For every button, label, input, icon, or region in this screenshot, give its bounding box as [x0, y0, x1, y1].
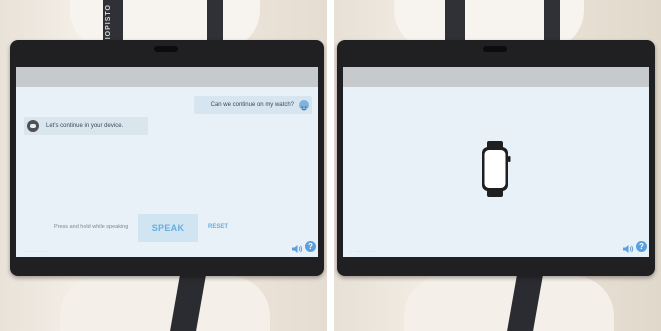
- camera: [483, 46, 507, 52]
- right-photo: ·· ······ ······ ?: [334, 0, 661, 331]
- speak-hint: Press and hold while speaking: [54, 224, 129, 230]
- footer-text: ·· ······ ······: [22, 249, 50, 254]
- user-message-bubble: Can we continue on my watch?: [194, 96, 312, 114]
- reset-button[interactable]: RESET: [208, 224, 228, 230]
- help-icon[interactable]: ?: [305, 241, 316, 252]
- bot-message-text: Let's continue in your device.: [46, 123, 124, 129]
- smiley-icon: [299, 100, 309, 111]
- tablet-frame: Can we continue on my watch? Let's conti…: [10, 40, 324, 276]
- speaker-icon[interactable]: [291, 241, 303, 253]
- footer-text: ·· ······ ······: [349, 249, 377, 254]
- user-message-text: Can we continue on my watch?: [210, 102, 294, 108]
- screen-top-bar: [343, 67, 649, 87]
- tablet-frame: ·· ······ ······ ?: [337, 40, 655, 276]
- tablet-screen: Can we continue on my watch? Let's conti…: [16, 67, 318, 257]
- tablet-screen: ·· ······ ······ ?: [343, 67, 649, 257]
- panel-divider: [327, 0, 334, 331]
- smartwatch-icon: [481, 141, 511, 197]
- bot-message-bubble: Let's continue in your device.: [24, 117, 148, 135]
- speaker-icon[interactable]: [622, 241, 634, 253]
- robot-icon: [27, 120, 39, 132]
- help-icon[interactable]: ?: [636, 241, 647, 252]
- camera: [154, 46, 178, 52]
- robot-lower-torso: [60, 276, 270, 331]
- left-photo: LIOPISTO Can we continue on my watch? Le…: [0, 0, 327, 331]
- strap-text: LIOPISTO: [105, 4, 112, 45]
- screen-top-bar: [16, 67, 318, 87]
- speak-button[interactable]: SPEAK: [138, 214, 198, 242]
